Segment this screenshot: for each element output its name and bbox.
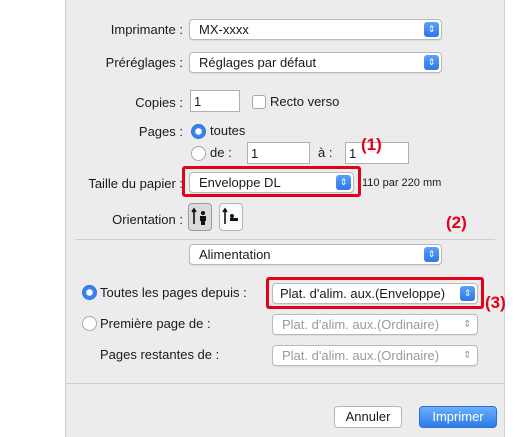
- section-value: Alimentation: [199, 247, 271, 262]
- updown-arrows-icon: ⇕: [424, 22, 439, 37]
- first-page-from-label: Première page de :: [100, 316, 211, 331]
- remaining-pages-label: Pages restantes de :: [100, 347, 220, 362]
- copies-field[interactable]: 1: [190, 90, 240, 112]
- callout-3: (3): [485, 293, 506, 312]
- pages-label: Pages :: [138, 124, 183, 139]
- callout-2: (2): [446, 213, 467, 232]
- remaining-pages-select[interactable]: Plat. d'alim. aux.(Ordinaire) ⇕: [272, 345, 478, 366]
- first-page-from-value: Plat. d'alim. aux.(Ordinaire): [282, 317, 440, 332]
- all-pages-from-radio[interactable]: [82, 285, 97, 300]
- pages-from-field[interactable]: 1: [247, 142, 310, 164]
- cancel-button[interactable]: Annuler: [334, 406, 402, 428]
- separator: [75, 239, 495, 240]
- portrait-person-icon: [191, 207, 206, 225]
- print-button[interactable]: Imprimer: [419, 406, 497, 428]
- printer-value: MX-xxxx: [199, 22, 249, 37]
- updown-arrows-icon: ⇕: [424, 55, 439, 70]
- copies-label: Copies :: [135, 95, 183, 110]
- duplex-label: Recto verso: [270, 94, 340, 109]
- separator-bottom: [65, 383, 505, 384]
- updown-arrows-icon: ⇕: [424, 247, 439, 262]
- callout-1: (1): [361, 135, 382, 154]
- pages-from-label: de :: [210, 145, 232, 160]
- paper-size-label: Taille du papier :: [88, 176, 183, 191]
- pages-all-radio[interactable]: [191, 124, 206, 139]
- highlight-box-feed: [266, 277, 484, 309]
- paper-dimensions: 110 par 220 mm: [362, 177, 442, 189]
- printer-label: Imprimante :: [110, 22, 183, 37]
- pages-to-label: à :: [318, 145, 333, 160]
- orientation-label: Orientation :: [112, 212, 183, 227]
- landscape-person-icon: [222, 207, 238, 224]
- presets-select[interactable]: Réglages par défaut ⇕: [189, 52, 442, 73]
- highlight-box-paper: [182, 166, 361, 197]
- orientation-landscape-button[interactable]: [219, 203, 243, 231]
- presets-label: Préréglages :: [105, 55, 183, 70]
- first-page-from-select[interactable]: Plat. d'alim. aux.(Ordinaire) ⇕: [272, 314, 478, 335]
- first-page-from-radio[interactable]: [82, 316, 97, 331]
- pages-all-label: toutes: [210, 123, 246, 138]
- duplex-checkbox[interactable]: [252, 95, 266, 109]
- all-pages-from-label: Toutes les pages depuis :: [100, 285, 247, 300]
- section-select[interactable]: Alimentation ⇕: [189, 244, 442, 265]
- pages-range-radio[interactable]: [191, 146, 206, 161]
- printer-select[interactable]: MX-xxxx ⇕: [189, 19, 442, 40]
- updown-arrows-icon: ⇕: [463, 350, 472, 361]
- presets-value: Réglages par défaut: [199, 55, 317, 70]
- orientation-portrait-button[interactable]: [188, 203, 212, 231]
- remaining-pages-value: Plat. d'alim. aux.(Ordinaire): [282, 348, 440, 363]
- updown-arrows-icon: ⇕: [463, 319, 472, 330]
